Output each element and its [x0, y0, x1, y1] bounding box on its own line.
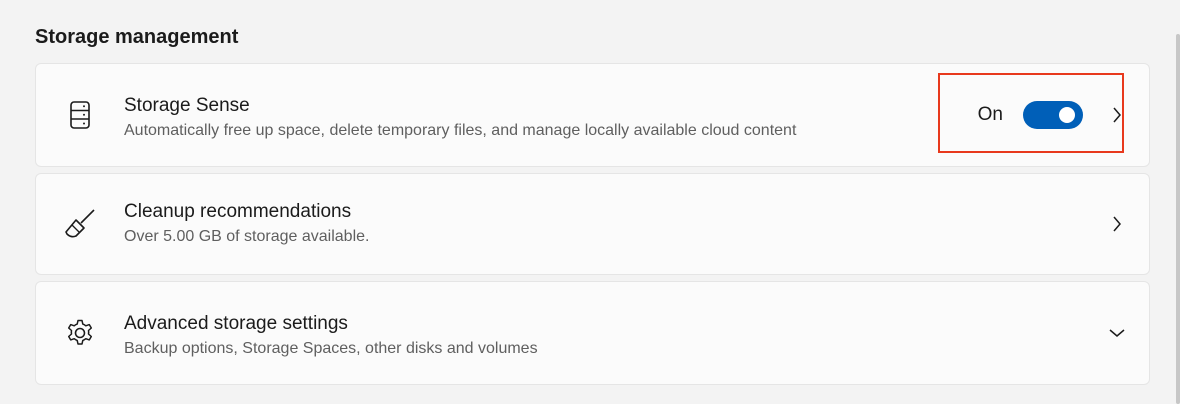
advanced-storage-settings-card[interactable]: Advanced storage settings Backup options… — [35, 281, 1150, 385]
cleanup-title: Cleanup recommendations — [124, 201, 352, 222]
advanced-storage-controls — [1109, 325, 1125, 341]
storage-sense-text: Storage Sense Automatically free up spac… — [124, 94, 796, 142]
section-title: Storage management — [35, 26, 239, 48]
chevron-down-icon[interactable] — [1109, 325, 1125, 341]
storage-drive-icon — [64, 99, 96, 131]
cleanup-subtitle: Over 5.00 GB of storage available. — [124, 228, 370, 245]
storage-sense-title: Storage Sense — [124, 95, 250, 116]
highlight-annotation-box — [938, 73, 1124, 153]
cleanup-text: Cleanup recommendations Over 5.00 GB of … — [124, 200, 369, 248]
storage-sense-subtitle: Automatically free up space, delete temp… — [124, 122, 797, 139]
broom-icon — [64, 208, 96, 240]
cleanup-controls — [1109, 216, 1125, 232]
advanced-storage-title: Advanced storage settings — [124, 313, 348, 334]
advanced-storage-subtitle: Backup options, Storage Spaces, other di… — [124, 340, 538, 357]
storage-settings-page: Storage management Storage Sense Automat… — [0, 0, 1180, 404]
chevron-right-icon[interactable] — [1109, 216, 1125, 232]
cleanup-recommendations-card[interactable]: Cleanup recommendations Over 5.00 GB of … — [35, 173, 1150, 275]
advanced-storage-text: Advanced storage settings Backup options… — [124, 312, 538, 360]
gear-icon — [64, 317, 96, 349]
scrollbar[interactable] — [1176, 34, 1180, 404]
